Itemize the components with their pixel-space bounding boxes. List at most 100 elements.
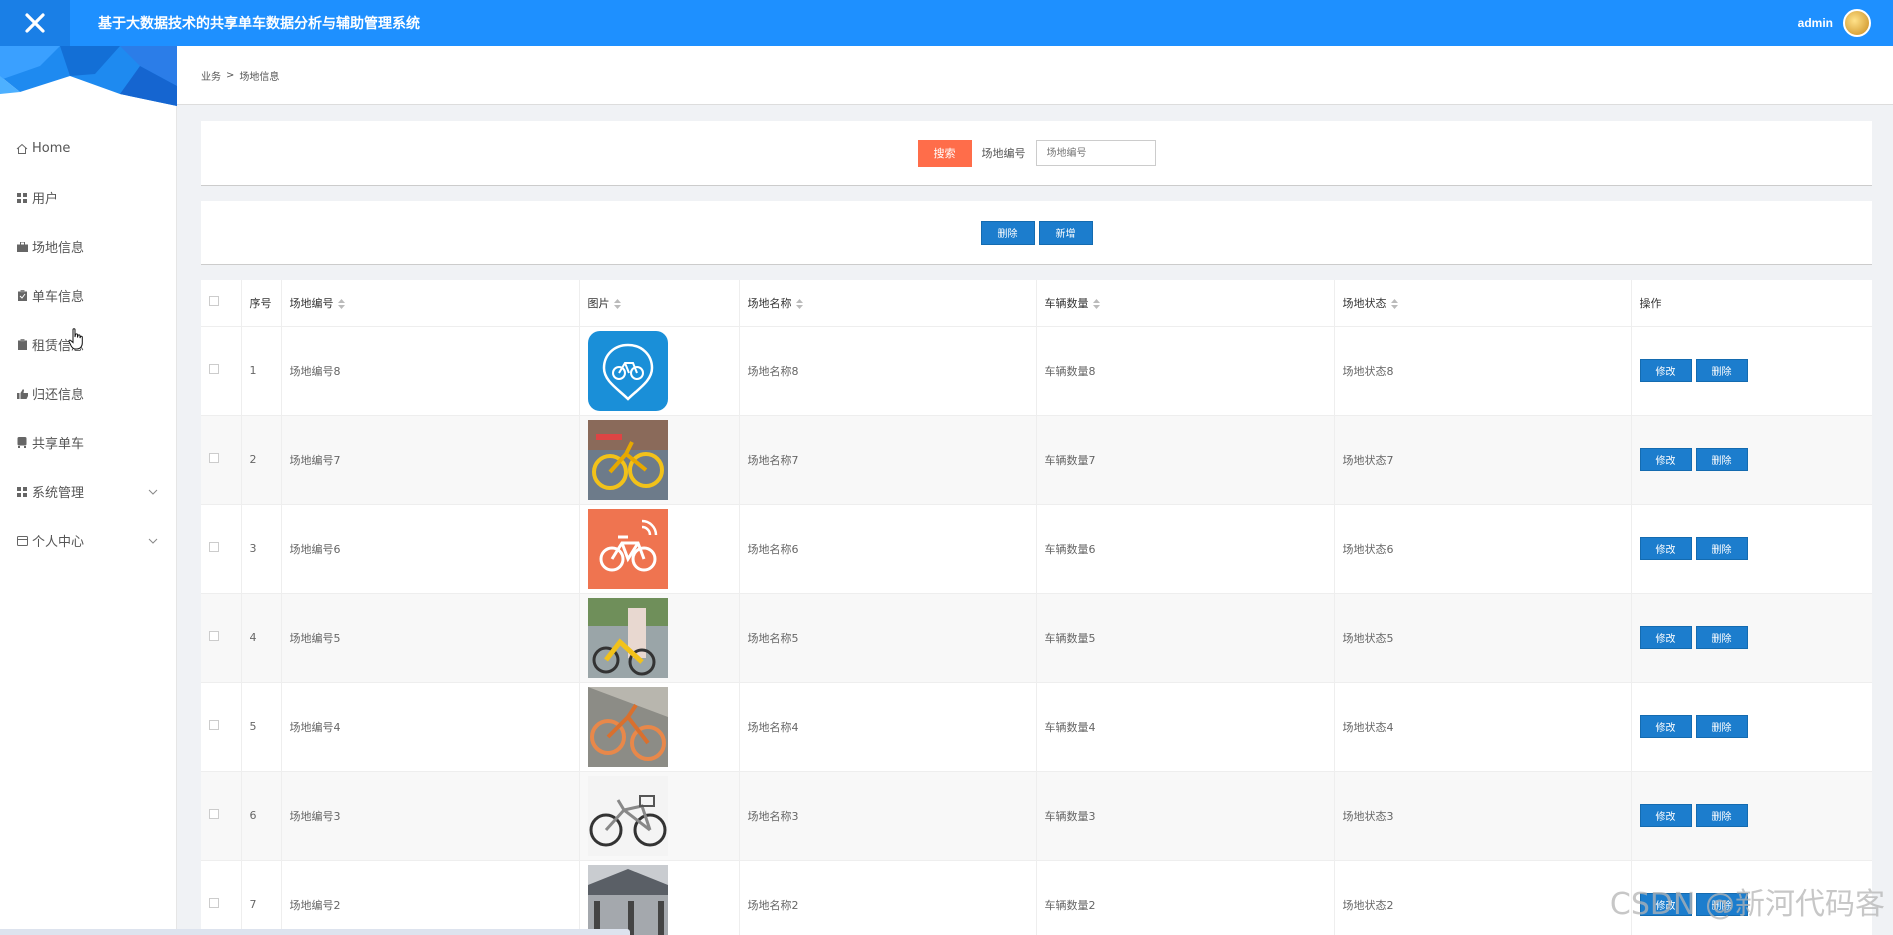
row-count: 车辆数量4 [1036,682,1335,772]
row-select-cell [201,593,242,683]
sort-icon[interactable] [337,298,345,309]
sidebar-banner [0,46,177,106]
breadcrumb-root[interactable]: 业务 [201,68,221,83]
row-ops-cell: 修改 删除 [1631,771,1872,861]
sort-icon[interactable] [613,298,621,309]
thumbs-up-icon [16,388,28,400]
row-select-cell [201,504,242,594]
edit-button[interactable]: 修改 [1639,359,1692,382]
user-name[interactable]: admin [1798,16,1833,30]
sort-icon[interactable] [1390,298,1398,309]
row-name: 场地名称3 [739,771,1037,861]
column-header-label: 场地状态 [1342,296,1387,310]
column-header-label: 场地编号 [289,296,334,310]
sidebar-menu: Home 用户 场地信息 单车信息 租赁信息 归还信息 共享单车 系统管理 个人… [0,124,176,565]
column-header-name[interactable]: 场地名称 [739,280,1037,327]
row-index: 3 [241,504,282,594]
table-row: 4 场地编号5 场地名称5 车辆数量5 场地状态5 修改 删除 [201,593,1872,683]
select-all-cell [201,280,242,327]
sidebar-item-venue-info[interactable]: 场地信息 [0,222,176,271]
row-index: 6 [241,771,282,861]
row-checkbox[interactable] [209,453,219,463]
horizontal-scrollbar[interactable] [0,929,630,935]
edit-button[interactable]: 修改 [1639,626,1692,649]
venue-image[interactable] [587,686,668,767]
user-area[interactable]: admin [1798,0,1871,46]
row-select-cell [201,326,242,416]
row-image-cell [579,860,740,935]
avatar[interactable] [1843,9,1871,37]
close-menu-button[interactable] [0,0,70,46]
table-row: 2 场地编号7 场地名称7 车辆数量7 场地状态7 修改 删除 [201,415,1872,505]
row-index: 4 [241,593,282,683]
sidebar-item-bike-info[interactable]: 单车信息 [0,271,176,320]
row-checkbox[interactable] [209,898,219,908]
chevron-down-icon [148,538,158,544]
venue-image[interactable] [587,508,668,589]
edit-button[interactable]: 修改 [1639,804,1692,827]
sidebar-item-label: 单车信息 [32,290,85,305]
row-count: 车辆数量8 [1036,326,1335,416]
row-checkbox[interactable] [209,631,219,641]
edit-button[interactable]: 修改 [1639,537,1692,560]
sort-icon[interactable] [795,298,803,309]
venue-image[interactable] [587,864,668,935]
sidebar-item-shared-bike[interactable]: 共享单车 [0,418,176,467]
delete-button[interactable]: 删除 [1695,359,1748,382]
sidebar-item-home[interactable]: Home [0,124,176,173]
clipboard-icon [16,339,28,351]
row-code: 场地编号8 [281,326,580,416]
venue-image[interactable] [587,597,668,678]
bulk-delete-button[interactable]: 删除 [980,220,1035,245]
column-header-code[interactable]: 场地编号 [281,280,580,327]
delete-button[interactable]: 删除 [1695,448,1748,471]
action-panel: 删除 新增 [201,201,1872,265]
row-checkbox[interactable] [209,720,219,730]
column-header-count[interactable]: 车辆数量 [1036,280,1335,327]
delete-button[interactable]: 删除 [1695,626,1748,649]
row-code: 场地编号5 [281,593,580,683]
sidebar-item-personal-center[interactable]: 个人中心 [0,516,176,565]
row-image-cell [579,415,740,505]
venue-image[interactable] [587,419,668,500]
search-button[interactable]: 搜索 [917,139,972,167]
sort-icon[interactable] [1092,298,1100,309]
card-icon [16,535,28,547]
delete-button[interactable]: 删除 [1695,537,1748,560]
delete-button[interactable]: 删除 [1695,804,1748,827]
select-all-checkbox[interactable] [209,296,219,307]
row-checkbox[interactable] [209,364,219,374]
delete-button[interactable]: 删除 [1695,715,1748,738]
sidebar-item-label: 系统管理 [32,486,85,501]
sidebar-item-system-management[interactable]: 系统管理 [0,467,176,516]
row-index: 7 [241,860,282,935]
hand-cursor-icon [68,328,83,350]
column-header-image[interactable]: 图片 [579,280,740,327]
venue-image[interactable] [587,775,668,856]
search-panel: 搜索 场地编号 [201,121,1872,186]
table-row: 6 场地编号3 场地名称3 车辆数量3 场地状态3 修改 删除 [201,771,1872,861]
sidebar-item-rental-info[interactable]: 租赁信息 [0,320,176,369]
search-input[interactable] [1035,140,1156,166]
row-ops-cell: 修改 删除 [1631,415,1872,505]
row-image-cell [579,771,740,861]
row-status: 场地状态4 [1334,682,1632,772]
main-content: 业务 > 场地信息 搜索 场地编号 删除 新增 序号 场地编号 图片 场地名称 [177,46,1893,935]
edit-button[interactable]: 修改 [1639,715,1692,738]
column-header-status[interactable]: 场地状态 [1334,280,1632,327]
sidebar-item-label: 用户 [32,192,59,207]
chevron-down-icon [148,489,158,495]
breadcrumb-separator: > [226,69,235,81]
breadcrumb-current: 场地信息 [239,71,280,83]
row-checkbox[interactable] [209,809,219,819]
add-button[interactable]: 新增 [1038,220,1093,245]
sidebar-item-users[interactable]: 用户 [0,173,176,222]
row-checkbox[interactable] [209,542,219,552]
row-image-cell [579,593,740,683]
edit-button[interactable]: 修改 [1639,448,1692,471]
row-status: 场地状态5 [1334,593,1632,683]
venue-image[interactable] [587,330,668,411]
sidebar-item-return-info[interactable]: 归还信息 [0,369,176,418]
row-select-cell [201,682,242,772]
row-status: 场地状态3 [1334,771,1632,861]
